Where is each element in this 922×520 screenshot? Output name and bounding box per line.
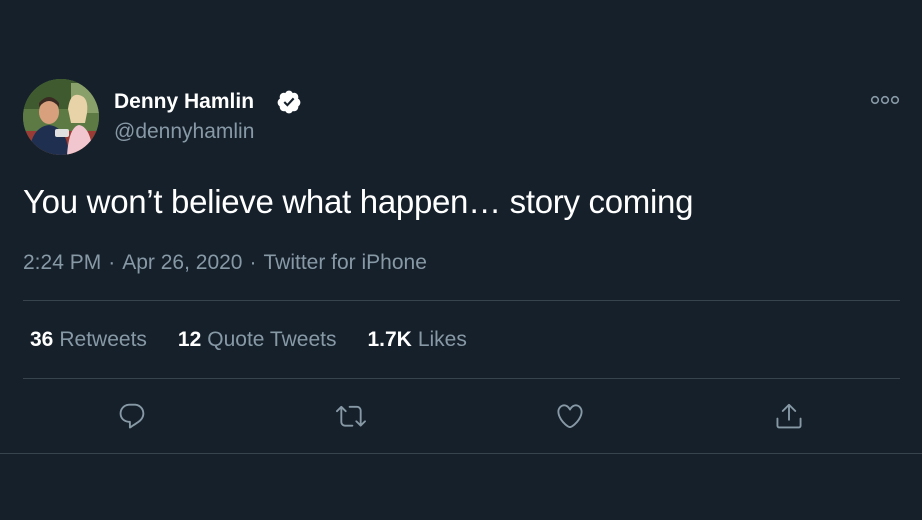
profile-photo	[23, 79, 99, 155]
likes-label: Likes	[417, 328, 467, 351]
tweet-detail: Denny Hamlin @dennyhamlin You won’t beli…	[0, 0, 922, 520]
likes-stat[interactable]: 1.7K Likes	[367, 325, 466, 355]
tweet-source[interactable]: Twitter for iPhone	[263, 251, 426, 274]
quote-tweets-count: 12	[177, 328, 202, 351]
retweet-button[interactable]	[334, 399, 368, 433]
tweet-metadata: 2:24 PM · Apr 26, 2020 · Twitter for iPhone	[23, 248, 427, 278]
tweet-date[interactable]: Apr 26, 2020	[122, 251, 242, 274]
reply-icon	[119, 403, 145, 429]
like-button[interactable]	[553, 399, 587, 433]
tweet-text: You won’t believe what happen… story com…	[23, 183, 694, 220]
divider	[23, 300, 900, 301]
quote-tweets-stat[interactable]: 12 Quote Tweets	[178, 325, 337, 355]
divider	[23, 378, 900, 379]
tweet-time[interactable]: 2:24 PM	[23, 251, 101, 274]
retweets-count: 36	[30, 328, 54, 351]
share-icon	[776, 403, 802, 429]
meta-separator: ·	[249, 251, 257, 274]
retweets-label: Retweets	[59, 328, 147, 351]
share-button[interactable]	[772, 399, 806, 433]
avatar[interactable]	[23, 79, 99, 155]
quote-tweets-label: Quote Tweets	[207, 328, 337, 351]
divider	[0, 453, 922, 454]
retweet-icon	[336, 405, 366, 427]
verified-badge-icon	[277, 90, 301, 114]
tweet-stats: 36 Retweets 12 Quote Tweets 1.7K Likes	[30, 325, 467, 355]
reply-button[interactable]	[115, 399, 149, 433]
user-handle[interactable]: @dennyhamlin	[114, 118, 254, 146]
more-options-icon[interactable]	[870, 92, 900, 108]
likes-count: 1.7K	[367, 328, 412, 351]
heart-icon	[557, 404, 583, 429]
meta-separator: ·	[108, 251, 116, 274]
display-name[interactable]: Denny Hamlin	[114, 88, 254, 116]
retweets-stat[interactable]: 36 Retweets	[30, 325, 147, 355]
